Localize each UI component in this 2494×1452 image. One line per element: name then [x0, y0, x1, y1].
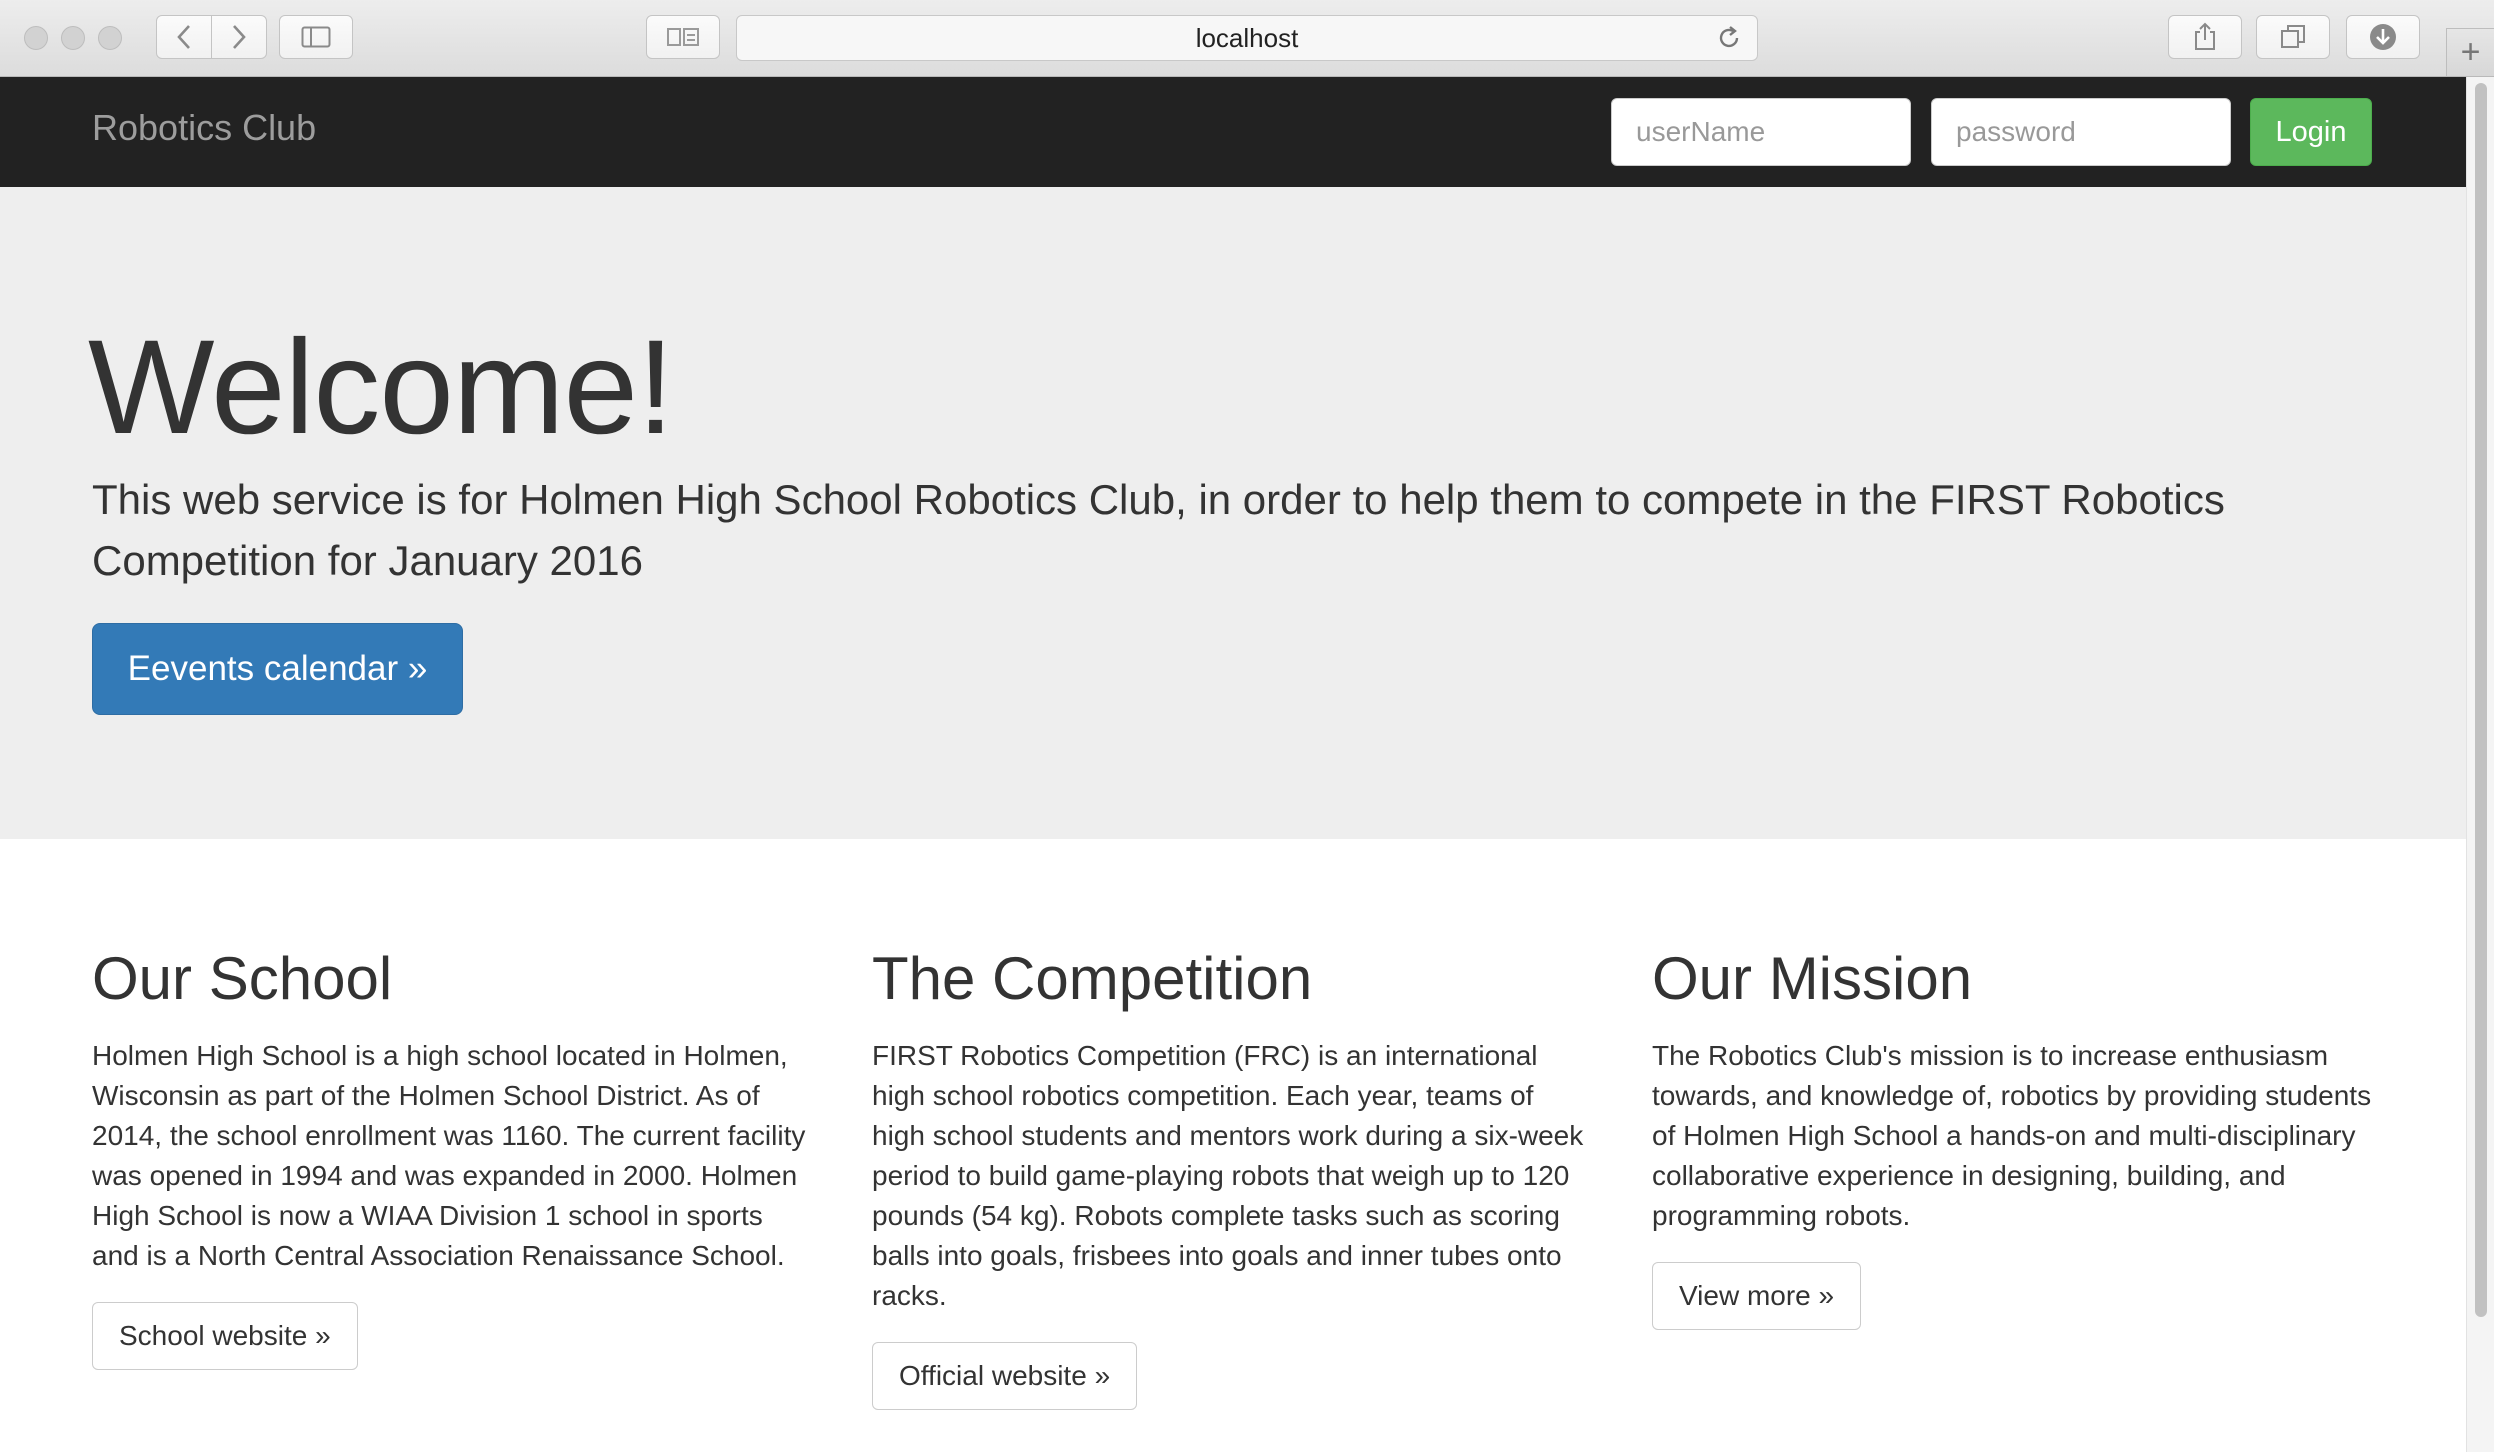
url-text: localhost	[1195, 22, 1299, 53]
column-heading: Our Mission	[1652, 945, 1973, 1012]
login-button[interactable]: Login	[2250, 98, 2372, 166]
zoom-window-button[interactable]	[98, 26, 122, 50]
jumbotron-lead: This web service is for Holmen High Scho…	[92, 476, 2225, 584]
password-input[interactable]	[1931, 98, 2231, 166]
events-calendar-button[interactable]: Eevents calendar »	[92, 623, 463, 715]
column-our-school: Our School Holmen High School is a high …	[92, 934, 812, 1370]
minimize-window-button[interactable]	[61, 26, 85, 50]
top-navbar: Robotics Club Login	[0, 77, 2466, 187]
chevron-left-icon	[177, 25, 190, 49]
column-heading: Our School	[92, 945, 393, 1012]
download-icon	[2370, 24, 2396, 50]
plus-icon: +	[2460, 33, 2481, 71]
browser-toolbar: localhost +	[0, 0, 2494, 77]
translate-button[interactable]	[646, 15, 720, 59]
scrollbar-thumb[interactable]	[2475, 83, 2487, 1317]
column-body: The Robotics Club's mission is to increa…	[1652, 1040, 2372, 1231]
view-more-button[interactable]: View more »	[1652, 1262, 1862, 1330]
sidebar-icon	[301, 26, 331, 48]
reload-icon[interactable]	[1715, 24, 1743, 52]
back-button[interactable]	[156, 15, 212, 59]
jumbotron: Welcome! This web service is for Holmen …	[0, 187, 2466, 839]
vertical-scrollbar[interactable]	[2466, 77, 2494, 1452]
column-body: Holmen High School is a high school loca…	[92, 1040, 806, 1271]
sidebar-toggle-button[interactable]	[279, 15, 353, 59]
address-bar[interactable]: localhost	[736, 15, 1758, 61]
username-input[interactable]	[1611, 98, 1911, 166]
new-tab-button[interactable]: +	[2446, 28, 2494, 76]
close-window-button[interactable]	[24, 26, 48, 50]
welcome-heading: Welcome!	[88, 313, 674, 462]
chevron-right-icon	[233, 25, 246, 49]
column-our-mission: Our Mission The Robotics Club's mission …	[1652, 934, 2372, 1330]
tabs-overview-button[interactable]	[2256, 15, 2330, 59]
share-button[interactable]	[2168, 15, 2242, 59]
official-website-button[interactable]: Official website »	[872, 1342, 1138, 1410]
downloads-button[interactable]	[2346, 15, 2420, 59]
school-website-button[interactable]: School website »	[92, 1302, 358, 1370]
forward-button[interactable]	[211, 15, 267, 59]
web-page: Robotics Club Login Welcome! This web se…	[0, 77, 2466, 1452]
column-body: FIRST Robotics Competition (FRC) is an i…	[872, 1040, 1584, 1311]
column-the-competition: The Competition FIRST Robotics Competiti…	[872, 934, 1592, 1410]
share-icon	[2195, 22, 2215, 50]
navbar-brand[interactable]: Robotics Club	[92, 107, 316, 149]
tabs-icon	[2281, 25, 2305, 48]
column-heading: The Competition	[872, 945, 1313, 1012]
translate-icon	[667, 28, 699, 46]
